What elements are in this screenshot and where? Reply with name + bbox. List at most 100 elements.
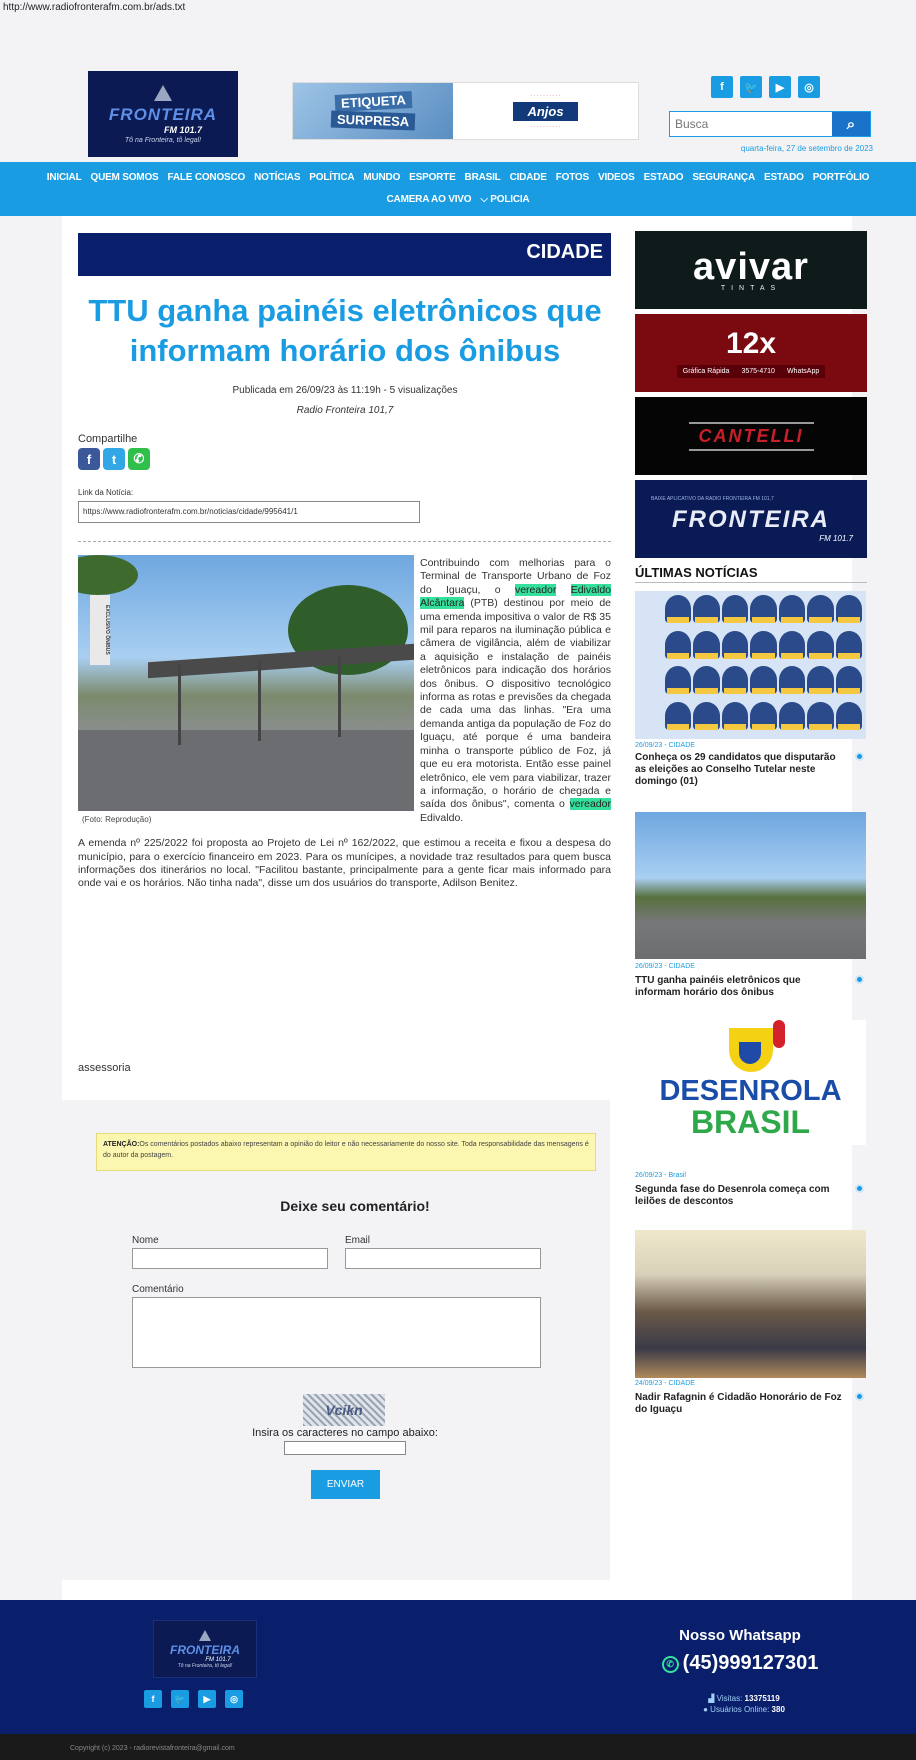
candidate-photo xyxy=(750,630,777,659)
candidate-photo xyxy=(693,630,720,659)
nav-item-0[interactable]: INICIAL xyxy=(47,172,82,183)
link-field[interactable]: https://www.radiofronterafm.com.br/notic… xyxy=(78,501,420,523)
candidate-photo xyxy=(835,595,862,623)
divider xyxy=(78,541,611,542)
news-thumb-nadir[interactable] xyxy=(635,1230,866,1378)
desenrola-word-2: BRASIL xyxy=(690,1103,811,1140)
news-title[interactable]: Nadir Rafagnin é Cidadão Honorário de Fo… xyxy=(635,1392,847,1416)
candidate-photo xyxy=(693,595,720,623)
nav-item-6[interactable]: ESPORTE xyxy=(409,172,456,183)
facebook-icon[interactable]: f xyxy=(711,76,733,98)
news-thumb-ttu[interactable] xyxy=(635,812,866,959)
youtube-icon[interactable]: ▶ xyxy=(198,1690,216,1708)
news-thumb-candidates[interactable] xyxy=(635,591,866,739)
category-bar[interactable]: CIDADE xyxy=(78,233,611,276)
candidate-photo xyxy=(693,666,720,694)
chart-icon: ▟ xyxy=(708,1694,715,1703)
nav-item-4[interactable]: POLÍTICA xyxy=(309,172,354,183)
whatsapp-share-icon[interactable]: ✆ xyxy=(128,448,150,470)
footer-logo-triangle-icon xyxy=(199,1629,211,1641)
news-bullet-icon[interactable] xyxy=(855,752,864,761)
photo-post xyxy=(338,657,341,737)
footer-logo[interactable]: FRONTEIRA FM 101.7 Tô na Fronteira, tô l… xyxy=(153,1620,257,1678)
header-banner-ad[interactable]: ETIQUETA SURPRESA · · · · · · · · · · An… xyxy=(292,82,639,140)
captcha-input[interactable] xyxy=(284,1441,406,1455)
logo-slogan: Tô na Fronteira, tô legal! xyxy=(124,136,202,144)
twitter-icon[interactable]: 🐦 xyxy=(740,76,762,98)
ad-grafica-row: Gráfica Rápida 3575-4710 WhatsApp xyxy=(676,364,826,378)
candidate-photo xyxy=(778,666,806,694)
twitter-icon[interactable]: 🐦 xyxy=(171,1690,189,1708)
nav-item-row2-0[interactable]: CAMERA AO VIVO xyxy=(387,194,472,205)
article-title: TTU ganha painéis eletrônicos que inform… xyxy=(88,293,602,368)
copyright: Copyright (c) 2023 - radiorevistafrontei… xyxy=(0,1734,916,1760)
nav-item-row2-1[interactable]: ⌵ POLICIA xyxy=(480,194,529,205)
ad-cantelli[interactable]: CANTELLI xyxy=(635,397,867,475)
nav-item-9[interactable]: FOTOS xyxy=(556,172,589,183)
nav-item-14[interactable]: PORTFÓLIO xyxy=(813,172,870,183)
candidate-photo xyxy=(721,701,749,730)
whatsapp-number[interactable]: ✆ (45)999127301 xyxy=(630,1652,850,1675)
desenrola-logo-icon xyxy=(728,1019,785,1072)
visit-stats: ▟ Visitas: 13375119 ● Usuários Online: 3… xyxy=(664,1693,824,1715)
youtube-icon[interactable]: ▶ xyxy=(769,76,791,98)
ad-grafica-name: Gráfica Rápida xyxy=(682,367,730,375)
news-title[interactable]: Conheça os 29 candidatos que disputarão … xyxy=(635,752,847,788)
twitter-share-icon[interactable]: t xyxy=(103,448,125,470)
email-field[interactable] xyxy=(345,1248,541,1269)
photo-post xyxy=(258,661,261,741)
p1-text-d: Edivaldo. xyxy=(420,811,464,824)
candidate-photo xyxy=(835,630,862,659)
name-label: Nome xyxy=(132,1235,159,1246)
search-input[interactable] xyxy=(670,112,832,136)
comment-textarea[interactable] xyxy=(132,1297,541,1368)
instagram-icon[interactable]: ◎ xyxy=(798,76,820,98)
notice-text: Os comentários postados abaixo represent… xyxy=(103,1141,589,1159)
ad-grafica[interactable]: 12x Gráfica Rápida 3575-4710 WhatsApp xyxy=(635,314,867,392)
ad-grafica-big: 12x xyxy=(725,326,777,360)
candidate-photo xyxy=(835,701,862,730)
site-logo[interactable]: FRONTEIRA FM 101.7 Tô na Fronteira, tô l… xyxy=(88,71,238,157)
candidate-photo xyxy=(750,701,777,730)
nav-item-13[interactable]: ESTADO xyxy=(764,172,804,183)
facebook-share-icon[interactable]: f xyxy=(78,448,100,470)
ad-app-fronteira[interactable]: BAIXE APLICATIVO DA RADIO FRONTEIRA FM 1… xyxy=(635,480,867,558)
photo-roof xyxy=(148,643,414,679)
ad-avivar[interactable]: avivar TINTAS xyxy=(635,231,867,309)
news-bullet-icon[interactable] xyxy=(855,1392,864,1401)
submit-button[interactable]: ENVIAR xyxy=(311,1470,380,1499)
user-icon: ● xyxy=(703,1705,708,1714)
news-thumb-desenrola[interactable]: DESENROLA BRASIL xyxy=(635,1019,866,1145)
candidate-photo xyxy=(807,701,834,730)
nav-item-11[interactable]: ESTADO xyxy=(644,172,684,183)
candidate-photo xyxy=(835,666,862,694)
news-title[interactable]: TTU ganha painéis eletrônicos que inform… xyxy=(635,975,847,999)
photo-road xyxy=(78,730,414,811)
news-bullet-icon[interactable] xyxy=(855,975,864,984)
nav-item-10[interactable]: VIDEOS xyxy=(598,172,635,183)
name-field[interactable] xyxy=(132,1248,328,1269)
photo-leaves xyxy=(78,555,138,595)
ad-app-big: FRONTEIRA xyxy=(672,505,830,533)
nav-item-5[interactable]: MUNDO xyxy=(363,172,400,183)
nav-item-7[interactable]: BRASIL xyxy=(465,172,501,183)
news-title[interactable]: Segunda fase do Desenrola começa com lei… xyxy=(635,1184,847,1208)
nav-item-2[interactable]: FALE CONOSCO xyxy=(168,172,246,183)
facebook-icon[interactable]: f xyxy=(144,1690,162,1708)
news-bullet-icon[interactable] xyxy=(855,1184,864,1193)
candidate-photo xyxy=(778,630,806,659)
nav-item-12[interactable]: SEGURANÇA xyxy=(692,172,755,183)
news-date: 26/09/23 - CIDADE xyxy=(635,742,695,749)
ad-cantelli-text: CANTELLI xyxy=(688,421,814,451)
search-icon[interactable]: ⌕ xyxy=(832,112,870,136)
candidate-photo xyxy=(778,595,806,623)
nav-item-3[interactable]: NOTÍCIAS xyxy=(254,172,300,183)
latest-news-title: ÚLTIMAS NOTÍCIAS xyxy=(635,565,758,580)
candidate-photo xyxy=(665,595,692,623)
comments-notice: ATENÇÃO:Os comentários postados abaixo r… xyxy=(96,1133,596,1171)
nav-item-8[interactable]: CIDADE xyxy=(510,172,547,183)
nav-item-1[interactable]: QUEM SOMOS xyxy=(90,172,158,183)
instagram-icon[interactable]: ◎ xyxy=(225,1690,243,1708)
logo-name: FRONTEIRA xyxy=(108,104,218,124)
article-photo: EXCLUSIVO ÔNIBUS xyxy=(78,555,414,811)
